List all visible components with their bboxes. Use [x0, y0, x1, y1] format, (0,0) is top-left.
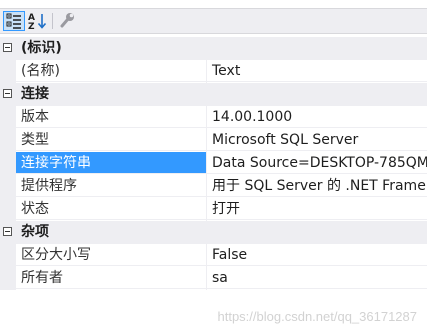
property-row-name[interactable]: (名称) Text [0, 60, 427, 83]
property-value[interactable]: sa [207, 267, 427, 289]
toolbar-separator [52, 13, 53, 29]
property-row-owner[interactable]: 所有者 sa [0, 267, 427, 290]
property-pages-button[interactable] [57, 11, 79, 31]
category-label: 杂项 [21, 224, 49, 240]
collapse-icon[interactable] [3, 227, 12, 236]
row-gutter [0, 244, 16, 267]
svg-text:Z: Z [28, 22, 35, 31]
property-row-type[interactable]: 类型 Microsoft SQL Server [0, 129, 427, 152]
property-name[interactable]: 状态 [16, 198, 206, 220]
alphabetical-sort-button[interactable]: A Z [27, 11, 49, 32]
category-label: (标识) [21, 40, 62, 56]
property-value[interactable]: Microsoft SQL Server [207, 129, 427, 151]
row-gutter [0, 152, 16, 175]
property-row-state[interactable]: 状态 打开 [0, 198, 427, 221]
property-value[interactable]: 打开 [207, 198, 427, 220]
property-value[interactable]: Text [207, 60, 427, 82]
property-row-connection-string[interactable]: 连接字符串 Data Source=DESKTOP-785QM [0, 152, 427, 175]
property-grid: (标识) (名称) Text 连接 版本 14.00.1000 类型 Micro… [0, 37, 427, 290]
row-gutter [0, 267, 16, 290]
categorized-view-icon [6, 13, 21, 29]
property-name[interactable]: 区分大小写 [16, 244, 206, 266]
category-label: 连接 [21, 86, 49, 102]
wrench-icon [60, 13, 74, 28]
property-value[interactable]: Data Source=DESKTOP-785QM [207, 152, 427, 174]
category-identity[interactable]: (标识) [0, 37, 427, 60]
collapse-icon[interactable] [3, 89, 12, 98]
row-gutter [0, 198, 16, 221]
category-misc[interactable]: 杂项 [0, 221, 427, 244]
property-name[interactable]: (名称) [16, 60, 206, 82]
property-name[interactable]: 类型 [16, 129, 206, 151]
categorized-view-button[interactable] [3, 11, 25, 31]
row-gutter [0, 60, 16, 83]
property-grid-toolbar: A Z [0, 8, 427, 34]
row-gutter [0, 175, 16, 198]
property-value[interactable]: 14.00.1000 [207, 106, 427, 128]
row-gutter [0, 106, 16, 129]
property-row-provider[interactable]: 提供程序 用于 SQL Server 的 .NET Frame [0, 175, 427, 198]
property-name[interactable]: 提供程序 [16, 175, 206, 197]
property-value[interactable]: 用于 SQL Server 的 .NET Frame [207, 175, 427, 197]
property-name[interactable]: 版本 [16, 106, 206, 128]
category-connection[interactable]: 连接 [0, 83, 427, 106]
watermark: https://blog.csdn.net/qq_36171287 [217, 309, 418, 324]
collapse-icon[interactable] [3, 43, 12, 52]
property-value[interactable]: False [207, 244, 427, 266]
property-row-version[interactable]: 版本 14.00.1000 [0, 106, 427, 129]
alphabetical-sort-icon: A Z [28, 13, 47, 32]
property-name[interactable]: 所有者 [16, 267, 206, 289]
row-gutter [0, 129, 16, 152]
property-row-case-sensitive[interactable]: 区分大小写 False [0, 244, 427, 267]
property-name-selected[interactable]: 连接字符串 [16, 152, 206, 174]
